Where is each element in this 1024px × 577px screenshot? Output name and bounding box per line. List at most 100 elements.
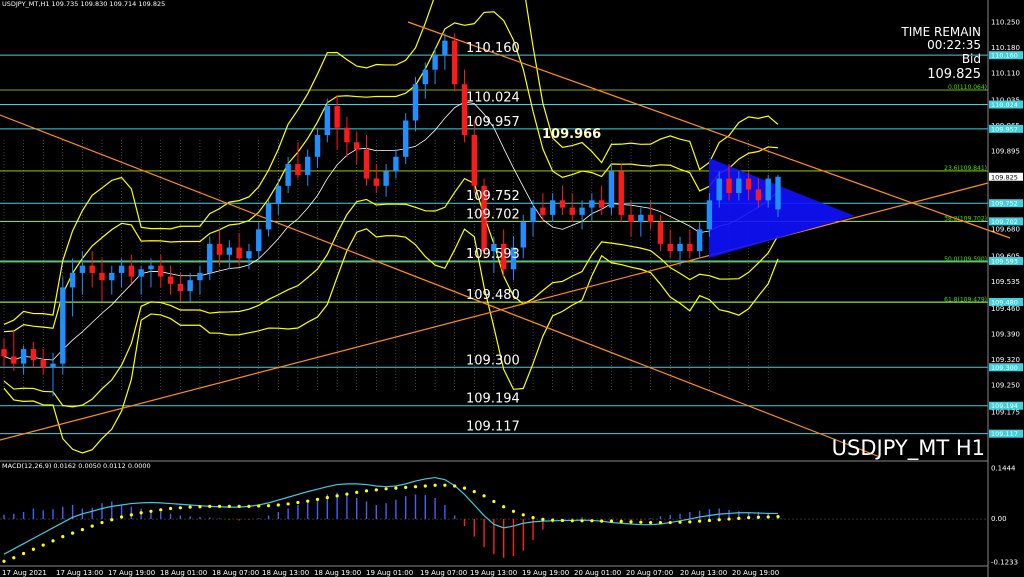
highlight-price: 109.966 [542, 127, 601, 142]
macd-signal-dot [717, 518, 721, 522]
symbol-info: USDJPY_MT,H1 109.735 109.830 109.714 109… [2, 0, 165, 8]
candle-body [60, 287, 66, 364]
macd-signal-dot [227, 504, 231, 508]
candle-body [89, 265, 95, 273]
macd-signal-dot [100, 520, 104, 525]
candle-body [109, 272, 115, 281]
macd-signal-dot [198, 505, 202, 509]
macd-signal-dot [159, 508, 163, 512]
macd-signal-dot [31, 547, 35, 551]
macd-signal-dot [629, 520, 633, 524]
macd-signal-dot [2, 559, 6, 563]
level-label: 109.117 [466, 420, 520, 435]
macd-signal-dot [345, 492, 349, 496]
time-tick-label: 18 Aug 01:00 [160, 569, 207, 577]
candle-body [305, 156, 311, 175]
macd-signal-dot [149, 509, 153, 513]
level-price-tag-text: 109.593 [991, 257, 1018, 265]
candle-body [696, 229, 703, 252]
bid-value: 109.825 [927, 67, 981, 82]
macd-signal-dot [119, 515, 124, 519]
candle-body [216, 243, 223, 255]
candle-body [354, 142, 360, 150]
macd-signal-dot [237, 504, 241, 508]
level-label: 109.480 [466, 288, 520, 303]
candle-body [373, 178, 379, 186]
price-tick-label: 110.250 [991, 19, 1020, 27]
macd-panel: 0.1444 0.00 -0.1233 [0, 460, 1018, 566]
macd-signal-dot [266, 504, 271, 508]
time-tick-label: 18 Aug 07:00 [212, 569, 259, 577]
time-tick-label: 19 Aug 13:00 [470, 569, 517, 577]
candle-body [716, 178, 722, 201]
candle-body [736, 178, 742, 194]
level-price-tag-text: 109.957 [991, 125, 1018, 133]
candle-body [638, 214, 644, 223]
symbol-watermark: USDJPY_MT H1 [832, 436, 985, 461]
candle-body [128, 265, 135, 277]
symmetrical-triangle[interactable] [709, 158, 855, 258]
macd-signal-dot [609, 519, 614, 523]
price-axis[interactable]: 110.250110.180110.110110.035109.965109.8… [987, 0, 1023, 577]
level-price-tag-text: 110.024 [991, 101, 1018, 109]
level-price-tag-text: 109.702 [991, 218, 1018, 226]
candle-body [628, 214, 634, 223]
macd-signal-dot [168, 506, 173, 511]
level-label: 109.194 [466, 392, 520, 407]
candle-body [647, 214, 654, 223]
candle-body [657, 222, 664, 244]
candle-body [403, 120, 409, 157]
candles [1, 33, 781, 397]
candle-body [79, 265, 86, 273]
level-price-tag-text: 109.480 [991, 298, 1018, 306]
macd-signal-dot [747, 516, 751, 520]
level-label: 109.702 [466, 207, 520, 222]
price-tick-label: 109.535 [991, 278, 1020, 286]
level-label: 110.024 [466, 91, 520, 106]
macd-signal-dot [756, 515, 761, 519]
candle-body [226, 247, 233, 255]
level-label: 109.957 [466, 115, 520, 130]
level-price-tag-text: 109.194 [991, 402, 1018, 410]
macd-label: MACD(12,26,9) 0.0162 0.0050 0.0112 0.000… [2, 462, 151, 470]
price-chart-svg[interactable]: 0.0(110.064)23.6(109.841)38.2(109.702)50… [0, 0, 1024, 577]
candle-body [706, 200, 713, 230]
macd-tick-label: -0.1233 [991, 558, 1018, 566]
macd-signal-dot [257, 504, 261, 508]
macd-signal-dot [511, 509, 516, 513]
fib-label: 0.0(110.064) [948, 84, 987, 91]
candle-body [393, 156, 399, 172]
macd-signal-dot [306, 499, 310, 503]
macd-signal-dot [61, 535, 65, 539]
candle-body [608, 171, 615, 208]
candle-body [775, 176, 781, 210]
time-axis[interactable]: 17 Aug 2021 17 Aug 13:00 17 Aug 19:00 18 Au… [0, 565, 988, 577]
macd-signal-dot [688, 520, 692, 524]
fib-label: 23.6(109.841) [944, 165, 987, 172]
macd-signal-dot [639, 520, 643, 524]
level-label: 109.593 [466, 247, 520, 262]
candle-body [422, 69, 428, 85]
level-label: 109.752 [466, 189, 520, 204]
candle-body [246, 251, 252, 259]
chart-window: 0.0(110.064) 23.6(109.841) 38.2(109.702) 50… [0, 0, 1024, 577]
macd-signal-dot [41, 543, 45, 547]
macd-signal-dot [80, 527, 84, 532]
macd-signal-dot [178, 506, 182, 510]
candle-body [11, 356, 17, 364]
macd-signal-dot [247, 504, 251, 508]
time-tick-label: 18 Aug 13:00 [262, 569, 309, 577]
candle-body [275, 185, 282, 204]
candle-body [167, 276, 174, 284]
candle-body [589, 200, 595, 208]
time-tick-label: 20 Aug 19:00 [732, 569, 779, 577]
macd-signal-dot [649, 520, 653, 525]
candle-body [559, 200, 566, 208]
level-label: 110.160 [466, 41, 520, 56]
candle-body [118, 265, 125, 273]
macd-signal-dot [315, 497, 320, 501]
macd-signal-dot [737, 516, 741, 520]
candle-body [50, 363, 56, 368]
candle-body [187, 280, 193, 292]
level-price-tag-text: 109.752 [991, 200, 1018, 208]
